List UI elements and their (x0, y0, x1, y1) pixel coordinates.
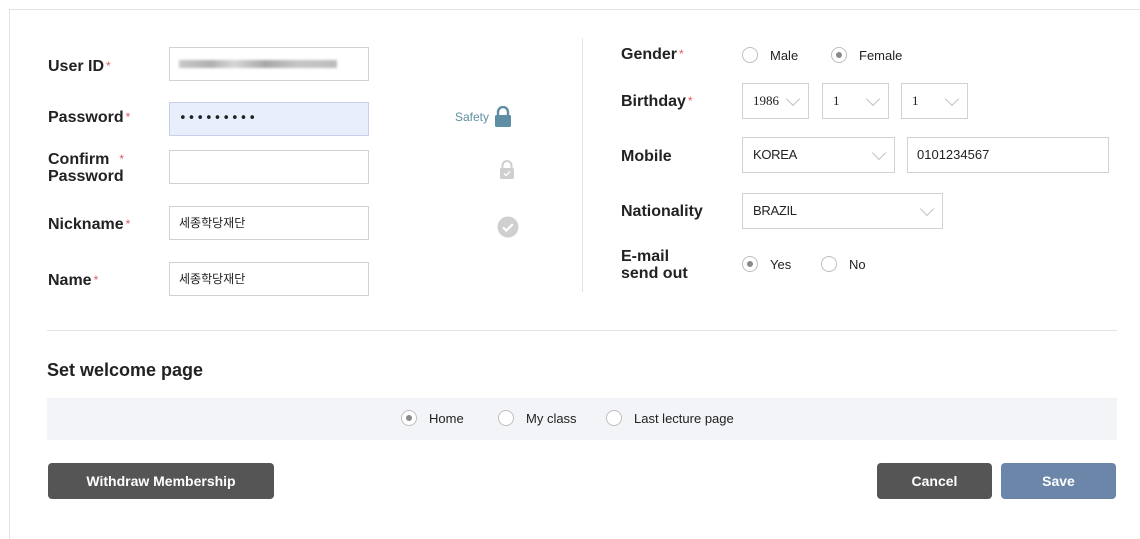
mobile-label: Mobile (621, 148, 672, 165)
radio-indicator[interactable] (821, 256, 837, 272)
chevron-down-icon (865, 91, 881, 107)
radio-indicator[interactable] (742, 256, 758, 272)
birth-year-value: 1986 (753, 93, 779, 108)
name-label: Name * (48, 272, 99, 289)
chevron-down-icon (871, 145, 887, 161)
mobile-country-value: KOREA (753, 147, 798, 162)
birth-day-select[interactable]: 1 (901, 83, 968, 119)
birth-year-select[interactable]: 1986 (742, 83, 809, 119)
radio-indicator[interactable] (742, 47, 758, 63)
user-id-label: User ID * (48, 58, 111, 75)
required-mark: * (687, 94, 693, 108)
required-mark: * (93, 273, 99, 287)
radio-label: Yes (770, 256, 792, 272)
welcome-page-title: Set welcome page (47, 360, 204, 380)
save-button[interactable]: Save (1001, 463, 1116, 499)
radio-label: Home (429, 410, 464, 426)
email-send-out-label: E-mail send out (621, 248, 688, 282)
lock-icon (495, 106, 512, 127)
column-divider (582, 38, 583, 292)
birth-day-value: 1 (912, 93, 919, 108)
radio-indicator[interactable] (606, 410, 622, 426)
password-strength-label: Safety (455, 110, 490, 124)
withdraw-membership-button[interactable]: Withdraw Membership (48, 463, 274, 499)
welcome-last-lecture-radio[interactable]: Last lecture page (606, 410, 734, 426)
radio-indicator[interactable] (831, 47, 847, 63)
radio-label: Last lecture page (634, 410, 734, 426)
lock-check-icon (500, 160, 514, 179)
birth-month-value: 1 (833, 93, 840, 108)
radio-label: Female (859, 47, 903, 63)
radio-label: Male (770, 47, 799, 63)
section-divider (47, 330, 1117, 331)
required-mark: * (125, 217, 131, 231)
radio-indicator[interactable] (401, 410, 417, 426)
password-label: Password * (48, 109, 131, 126)
required-mark: * (119, 152, 124, 166)
birthday-label: Birthday * (621, 93, 693, 110)
birth-month-select[interactable]: 1 (822, 83, 889, 119)
confirm-password-field[interactable] (169, 150, 369, 184)
nationality-select[interactable]: BRAZIL (742, 193, 943, 229)
radio-indicator[interactable] (498, 410, 514, 426)
welcome-home-radio[interactable]: Home (401, 410, 464, 426)
required-mark: * (106, 59, 111, 73)
gender-male-radio[interactable]: Male (742, 47, 798, 63)
chevron-down-icon (785, 91, 801, 107)
email-no-radio[interactable]: No (821, 256, 866, 272)
nationality-value: BRAZIL (753, 203, 797, 218)
email-yes-radio[interactable]: Yes (742, 256, 791, 272)
welcome-page-options (47, 398, 1117, 440)
nationality-label: Nationality (621, 203, 703, 220)
mobile-number-field[interactable]: 0101234567 (907, 137, 1109, 173)
nickname-label: Nickname * (48, 216, 131, 233)
gender-label: Gender * (621, 46, 684, 63)
nickname-field[interactable]: 세종학당재단 (169, 206, 369, 240)
required-mark: * (679, 47, 684, 61)
welcome-my-class-radio[interactable]: My class (498, 410, 577, 426)
confirm-password-label: Confirm * Password (48, 151, 124, 185)
required-mark: * (125, 110, 131, 124)
password-strength: Safety (455, 106, 512, 128)
blurred-user-id (179, 60, 337, 68)
mobile-country-select[interactable]: KOREA (742, 137, 895, 173)
user-id-field[interactable] (169, 47, 369, 81)
gender-female-radio[interactable]: Female (831, 47, 902, 63)
cancel-button[interactable]: Cancel (877, 463, 992, 499)
check-circle-icon (497, 216, 519, 238)
password-field[interactable]: ••••••••• (169, 102, 369, 136)
name-field[interactable]: 세종학당재단 (169, 262, 369, 296)
radio-label: No (849, 256, 866, 272)
radio-label: My class (526, 410, 577, 426)
chevron-down-icon (919, 201, 935, 217)
chevron-down-icon (944, 91, 960, 107)
